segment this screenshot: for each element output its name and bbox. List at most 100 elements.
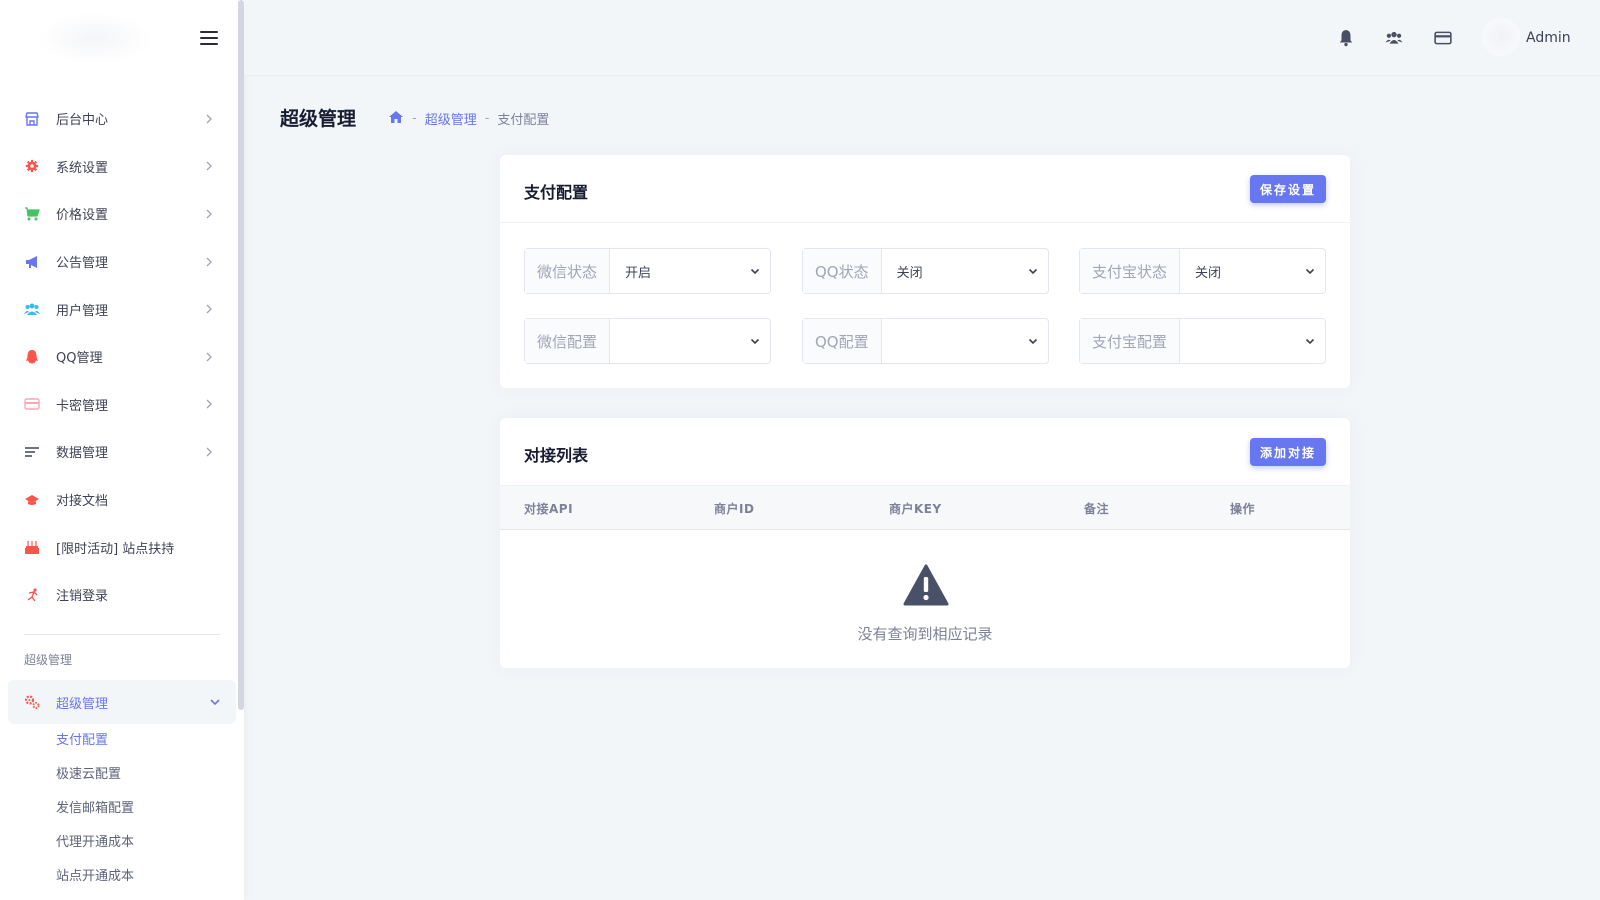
select-value: 关闭 xyxy=(896,265,923,281)
save-settings-button[interactable]: 保存设置 xyxy=(1249,175,1326,203)
sidebar-item-dashboard[interactable]: 后台中心 xyxy=(0,95,236,143)
integration-list-card: 对接列表 添加对接 对接API 商户ID 商户KEY 备注 操作 没有查询到相应… xyxy=(500,418,1350,668)
store-icon xyxy=(24,111,40,127)
chevron-right-icon xyxy=(206,399,212,409)
alipay-status-field: 支付宝状态 关闭 xyxy=(1079,248,1326,294)
alipay-config-field: 支付宝配置 xyxy=(1079,318,1326,364)
card-header: 对接列表 添加对接 xyxy=(500,418,1350,486)
column-header-merchant-key[interactable]: 商户KEY xyxy=(889,500,942,517)
column-header-api[interactable]: 对接API xyxy=(524,500,573,517)
wechat-status-field: 微信状态 开启 xyxy=(524,248,771,294)
sidebar-item-label: 超级管理 xyxy=(56,696,109,712)
chevron-down-icon xyxy=(210,699,220,706)
card-title: 对接列表 xyxy=(524,446,589,465)
submenu: 支付配置 极速云配置 发信邮箱配置 代理开通成本 站点开通成本 xyxy=(56,724,134,894)
sidebar-item-label: 注销登录 xyxy=(56,589,109,605)
sidebar-item-label: 后台中心 xyxy=(56,113,109,129)
avatar[interactable] xyxy=(1482,18,1520,56)
sidebar-item-label: 公告管理 xyxy=(56,256,109,272)
submenu-item-site-cost[interactable]: 站点开通成本 xyxy=(56,860,134,894)
bell-icon[interactable] xyxy=(1336,28,1356,48)
field-label: 微信配置 xyxy=(525,319,611,363)
sidebar-item-data[interactable]: 数据管理 xyxy=(0,428,236,476)
sidebar: 后台中心 系统设置 价格设置 公告管理 用户管理 QQ管理 卡密管理 数据管理 … xyxy=(0,0,244,900)
wechat-config-select[interactable] xyxy=(610,319,770,363)
wechat-status-select[interactable]: 开启 xyxy=(610,249,770,293)
breadcrumb: - 超级管理 - 支付配置 xyxy=(388,109,549,128)
breadcrumb-separator: - xyxy=(412,111,417,126)
chevron-right-icon xyxy=(206,257,212,267)
sidebar-item-cards[interactable]: 卡密管理 xyxy=(0,381,236,429)
select-value: 关闭 xyxy=(1195,265,1222,281)
qq-config-select[interactable] xyxy=(882,319,1048,363)
gear-icon xyxy=(24,158,40,174)
sidebar-item-announcements[interactable]: 公告管理 xyxy=(0,238,236,286)
sidebar-item-label: 系统设置 xyxy=(56,160,109,176)
breadcrumb-separator: - xyxy=(484,111,490,126)
gears-icon xyxy=(24,694,40,710)
chevron-down-icon xyxy=(1305,268,1315,275)
user-name[interactable]: Admin xyxy=(1526,30,1571,46)
cake-icon xyxy=(24,539,40,555)
field-label: QQ状态 xyxy=(803,249,882,293)
card-icon xyxy=(24,396,40,412)
submenu-item-payment-config[interactable]: 支付配置 xyxy=(56,724,134,758)
home-icon[interactable] xyxy=(388,110,404,128)
field-label: 微信状态 xyxy=(525,249,611,293)
sidebar-item-super-admin[interactable]: 超级管理 xyxy=(8,680,236,724)
sidebar-item-price-settings[interactable]: 价格设置 xyxy=(0,190,236,238)
chevron-down-icon xyxy=(1028,338,1038,345)
chevron-right-icon xyxy=(206,304,212,314)
list-icon xyxy=(24,444,40,460)
field-label: QQ配置 xyxy=(803,319,882,363)
select-value: 开启 xyxy=(625,265,652,281)
sidebar-item-label: 用户管理 xyxy=(56,303,109,319)
sidebar-item-api-docs[interactable]: 对接文档 xyxy=(0,476,236,524)
sidebar-scrollbar[interactable] xyxy=(238,0,244,710)
chevron-right-icon xyxy=(206,209,212,219)
sidebar-item-label: 卡密管理 xyxy=(56,398,109,414)
credit-card-icon[interactable] xyxy=(1433,28,1453,48)
submenu-item-mail-config[interactable]: 发信邮箱配置 xyxy=(56,792,134,826)
sidebar-item-label: 价格设置 xyxy=(56,208,109,224)
sidebar-item-qq[interactable]: QQ管理 xyxy=(0,333,236,381)
column-header-remark[interactable]: 备注 xyxy=(1084,500,1109,517)
qq-status-select[interactable]: 关闭 xyxy=(882,249,1048,293)
column-header-merchant-id[interactable]: 商户ID xyxy=(714,500,754,517)
sidebar-item-logout[interactable]: 注销登录 xyxy=(0,571,236,619)
sidebar-item-promotion[interactable]: [限时活动] 站点扶持 xyxy=(0,523,236,571)
runner-icon xyxy=(24,587,40,603)
divider xyxy=(24,634,220,635)
card-title: 支付配置 xyxy=(524,183,589,202)
warning-icon xyxy=(903,564,949,606)
card-header: 支付配置 保存设置 xyxy=(500,155,1350,223)
chevron-down-icon xyxy=(1028,268,1038,275)
alipay-status-select[interactable]: 关闭 xyxy=(1180,249,1325,293)
breadcrumb-link[interactable]: 超级管理 xyxy=(425,109,477,128)
hamburger-menu-icon[interactable] xyxy=(200,31,218,45)
submenu-item-fast-cloud-config[interactable]: 极速云配置 xyxy=(56,758,134,792)
payment-config-card: 支付配置 保存设置 微信状态 开启 QQ状态 关闭 支付宝状态 关闭 微信配置 … xyxy=(500,155,1350,388)
sidebar-menu: 后台中心 系统设置 价格设置 公告管理 用户管理 QQ管理 卡密管理 数据管理 … xyxy=(0,95,236,619)
breadcrumb-current: 支付配置 xyxy=(497,113,550,128)
field-label: 支付宝状态 xyxy=(1080,249,1181,293)
chevron-down-icon xyxy=(750,268,760,275)
add-integration-button[interactable]: 添加对接 xyxy=(1249,438,1326,466)
page-title: 超级管理 xyxy=(280,108,357,130)
chevron-right-icon xyxy=(206,114,212,124)
submenu-item-agent-cost[interactable]: 代理开通成本 xyxy=(56,826,134,860)
chevron-right-icon xyxy=(206,352,212,362)
sidebar-item-users[interactable]: 用户管理 xyxy=(0,285,236,333)
alipay-config-select[interactable] xyxy=(1180,319,1325,363)
cart-icon xyxy=(24,206,40,222)
chevron-down-icon xyxy=(750,338,760,345)
graduation-cap-icon xyxy=(24,492,40,508)
chevron-right-icon xyxy=(206,161,212,171)
chevron-right-icon xyxy=(206,447,212,457)
logo[interactable] xyxy=(40,14,150,62)
field-label: 支付宝配置 xyxy=(1080,319,1181,363)
sidebar-item-system-settings[interactable]: 系统设置 xyxy=(0,143,236,191)
group-icon[interactable] xyxy=(1384,28,1404,48)
column-header-actions[interactable]: 操作 xyxy=(1230,500,1255,517)
table-header: 对接API 商户ID 商户KEY 备注 操作 xyxy=(500,486,1350,530)
